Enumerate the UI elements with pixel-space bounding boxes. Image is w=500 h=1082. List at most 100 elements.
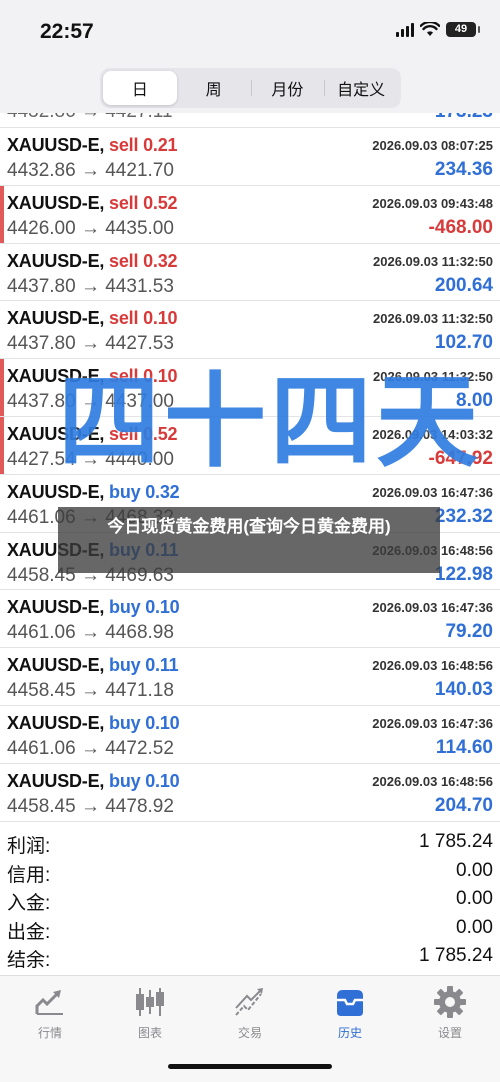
deal-prices: 4432.86 → 4427.11 [7, 113, 173, 123]
history-icon [300, 984, 400, 1020]
symbol-name: XAUUSD-E, [7, 135, 105, 155]
deal-side: sell [109, 135, 139, 155]
deal-volume: 0.10 [145, 770, 180, 791]
deal-symbol: XAUUSD-E, buy 0.32 [7, 481, 180, 503]
deal-prices: 4432.86 → 4421.70 [7, 160, 174, 181]
deal-volume: 0.32 [145, 481, 180, 502]
deal-prices: 4458.45 → 4471.18 [7, 680, 174, 702]
deal-time: 2026.09.03 11:32:50 [373, 253, 493, 269]
list-item[interactable]: XAUUSD-E, buy 0.10 4461.06 → 4472.52 2026.… [0, 705, 500, 764]
tab-trade[interactable]: 交易 [200, 984, 300, 1041]
deal-symbol: XAUUSD-E, sell 0.32 [7, 250, 178, 272]
deal-symbol: XAUUSD-E, sell 0.10 [7, 308, 178, 329]
deal-volume: 0.52 [143, 192, 178, 213]
symbol-name: XAUUSD-E, [7, 481, 105, 502]
summary-profit: 利润: 1 785.24 [0, 828, 500, 857]
home-indicator [168, 1064, 332, 1069]
deal-prices: 4458.45 → 4478.92 [7, 795, 174, 817]
tab-label: 交易 [237, 1026, 262, 1040]
summary-balance: 结余: 1 785.24 [0, 942, 500, 971]
wifi-icon [420, 22, 440, 36]
deal-side: buy [109, 770, 141, 791]
summary-value: 1 785.24 [419, 945, 493, 966]
loss-marker [0, 185, 4, 243]
segment-week[interactable]: 周 [177, 71, 251, 105]
deal-volume: 0.10 [143, 308, 178, 329]
deal-side: sell [109, 308, 139, 329]
deal-side: sell [109, 250, 139, 271]
deal-profit: 200.64 [434, 274, 493, 296]
deal-time: 2026.09.03 16:48:56 [372, 773, 493, 789]
list-item[interactable]: XAUUSD-E, sell 0.21 4432.86 → 4421.70 2026… [0, 128, 500, 186]
summary-value: 0.00 [456, 859, 493, 881]
deal-prices: 4426.00 → 4435.00 [7, 217, 174, 239]
segment-day[interactable]: 日 [103, 71, 177, 105]
deal-profit: 140.03 [434, 679, 493, 701]
deal-profit: 79.20 [445, 621, 493, 643]
symbol-name: XAUUSD-E, [7, 250, 105, 271]
chart-candles-icon [100, 984, 200, 1020]
deal-time: 2026.09.03 11:32:50 [373, 311, 493, 327]
summary-label: 入金: [7, 893, 51, 914]
status-icons: 49 [396, 22, 480, 37]
battery-icon: 49 [446, 22, 480, 37]
summary-value: 0.00 [456, 888, 493, 909]
symbol-name: XAUUSD-E, [7, 192, 105, 213]
summary-label: 出金: [7, 921, 51, 943]
list-item[interactable]: XAUUSD-E, buy 0.11 4458.45 → 4471.18 2026.… [0, 648, 500, 706]
deal-time: 2026.09.03 08:07:25 [372, 138, 493, 153]
summary-value: 0.00 [456, 916, 493, 938]
gear-icon [400, 984, 500, 1020]
deal-symbol: XAUUSD-E, sell 0.21 [7, 135, 178, 156]
deal-symbol: XAUUSD-E, buy 0.10 [7, 770, 180, 792]
tab-settings[interactable]: 设置 [400, 984, 500, 1041]
overlay-title: 四十四天 [58, 365, 482, 479]
tab-chart[interactable]: 图表 [100, 984, 200, 1041]
tab-history[interactable]: 历史 [300, 984, 400, 1041]
deal-profit: 173.23 [435, 113, 493, 123]
symbol-name: XAUUSD-E, [7, 712, 105, 733]
status-time: 22:57 [40, 20, 94, 43]
deal-side: buy [109, 712, 141, 733]
loss-marker [0, 359, 4, 416]
deal-time: 2026.09.03 16:47:36 [372, 715, 493, 731]
deal-prices: 4461.06 → 4468.98 [7, 622, 174, 644]
summary-deposit: 入金: 0.00 [0, 885, 500, 914]
summary-label: 利润: [7, 836, 51, 857]
tab-quotes[interactable]: 行情 [0, 984, 100, 1041]
summary-value: 1 785.24 [419, 831, 493, 852]
summary-label: 信用: [7, 864, 51, 886]
deal-symbol: XAUUSD-E, buy 0.11 [7, 655, 179, 676]
tab-label: 历史 [337, 1026, 362, 1040]
segment-month[interactable]: 月份 [250, 71, 325, 105]
deal-volume: 0.32 [143, 250, 178, 271]
quotes-icon [0, 984, 100, 1020]
deal-side: buy [109, 481, 141, 502]
deal-side: buy [109, 655, 141, 676]
trade-icon [200, 984, 300, 1020]
deal-profit: 122.98 [434, 563, 493, 585]
list-item[interactable]: XAUUSD-E, sell 0.32 4437.80 → 4431.53 2026… [0, 243, 500, 302]
deal-volume: 0.10 [145, 712, 180, 733]
deal-prices: 4461.06 → 4472.52 [7, 737, 174, 759]
deal-volume: 0.10 [145, 597, 180, 618]
list-item[interactable]: 4432.86 → 4427.11 173.23 [0, 113, 500, 128]
deal-profit: -468.00 [428, 216, 493, 238]
deal-time: 2026.09.03 16:47:36 [372, 484, 493, 500]
segment-custom[interactable]: 自定义 [324, 71, 398, 105]
deal-profit: 232.32 [434, 505, 493, 527]
header: 22:57 49 日 周 月份 自定义 [0, 0, 500, 113]
tab-label: 图表 [137, 1026, 162, 1040]
signal-icon [396, 22, 414, 37]
summary-label: 结余: [7, 950, 51, 971]
summary-withdrawal: 出金: 0.00 [0, 914, 500, 943]
tab-label: 设置 [437, 1026, 462, 1040]
list-item[interactable]: XAUUSD-E, sell 0.52 4426.00 → 4435.00 2026… [0, 185, 500, 244]
summary-credit: 信用: 0.00 [0, 857, 500, 886]
symbol-name: XAUUSD-E, [7, 770, 105, 791]
list-item[interactable]: XAUUSD-E, buy 0.10 4461.06 → 4468.98 2026.… [0, 590, 500, 649]
tab-label: 行情 [37, 1026, 62, 1040]
deal-side: sell [109, 192, 139, 213]
list-item[interactable]: XAUUSD-E, buy 0.10 4458.45 → 4478.92 2026.… [0, 763, 500, 822]
deal-volume: 0.11 [145, 655, 179, 676]
